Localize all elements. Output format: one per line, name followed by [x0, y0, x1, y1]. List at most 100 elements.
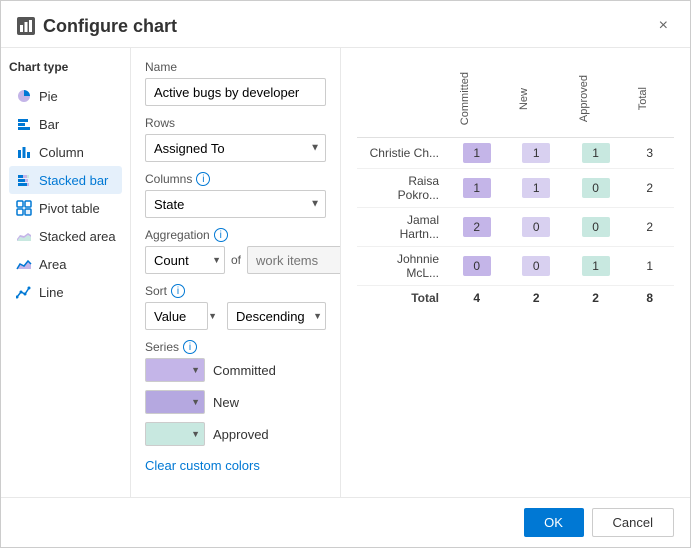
row-name-1: Christie Ch... [357, 138, 447, 169]
series-item-approved: ▼ Approved [145, 422, 326, 446]
stacked-bar-label: Stacked bar [39, 173, 108, 188]
series-name-committed: Committed [213, 363, 276, 378]
total-total: 8 [625, 286, 674, 311]
columns-label: Columns i [145, 172, 326, 186]
cell-committed-4: 0 [447, 247, 506, 286]
preview-col-total: Total [625, 60, 674, 138]
cell-approved-1: 1 [566, 138, 625, 169]
close-button[interactable]: × [653, 15, 674, 37]
chart-type-stacked-bar[interactable]: Stacked bar [9, 166, 122, 194]
cell-approved-3: 0 [566, 208, 625, 247]
name-input[interactable] [145, 78, 326, 106]
name-label: Name [145, 60, 326, 74]
cell-total-3: 2 [625, 208, 674, 247]
series-name-approved: Approved [213, 427, 269, 442]
dialog-header: Configure chart × [1, 1, 690, 48]
pie-label: Pie [39, 89, 58, 104]
sort-info-icon[interactable]: i [171, 284, 185, 298]
cell-new-1: 1 [506, 138, 565, 169]
preview-col-committed: Committed [447, 60, 506, 138]
aggregation-info-icon[interactable]: i [214, 228, 228, 242]
preview-col-approved: Approved [566, 60, 625, 138]
chart-type-label: Chart type [9, 60, 122, 74]
pie-chart-icon [15, 87, 33, 105]
table-row: Christie Ch... 1 1 1 3 [357, 138, 674, 169]
total-label: Total [357, 286, 447, 311]
series-label: Series i [145, 340, 326, 354]
series-item-new: ▼ New [145, 390, 326, 414]
chart-type-line[interactable]: Line [9, 278, 122, 306]
stacked-area-label: Stacked area [39, 229, 116, 244]
rows-label: Rows [145, 116, 326, 130]
bar-chart-icon [15, 115, 33, 133]
series-name-new: New [213, 395, 239, 410]
line-label: Line [39, 285, 64, 300]
dialog-footer: OK Cancel [1, 497, 690, 547]
aggregation-select[interactable]: Count [145, 246, 225, 274]
sort-row: Value ▼ Descending ▼ [145, 302, 326, 330]
aggregation-items-input [247, 246, 341, 274]
total-approved: 2 [566, 286, 625, 311]
rows-select-wrapper: Assigned To ▼ [145, 134, 326, 162]
column-label: Column [39, 145, 84, 160]
chart-type-pie[interactable]: Pie [9, 82, 122, 110]
series-color-approved[interactable]: ▼ [145, 422, 205, 446]
rows-select[interactable]: Assigned To [145, 134, 326, 162]
ok-button[interactable]: OK [524, 508, 584, 537]
chart-type-area[interactable]: Area [9, 250, 122, 278]
columns-info-icon[interactable]: i [196, 172, 210, 186]
line-chart-icon [15, 283, 33, 301]
series-color-new[interactable]: ▼ [145, 390, 205, 414]
series-item-committed: ▼ Committed [145, 358, 326, 382]
aggregation-label: Aggregation i [145, 228, 326, 242]
area-label: Area [39, 257, 66, 272]
chart-type-column[interactable]: Column [9, 138, 122, 166]
aggregation-select-wrapper: Count ▼ [145, 246, 225, 274]
sort-value-arrow: ▼ [208, 311, 217, 321]
config-panel: Name Rows Assigned To ▼ Columns i State … [131, 48, 341, 497]
chart-type-panel: Chart type Pie [1, 48, 131, 497]
row-name-4: Johnnie McL... [357, 247, 447, 286]
preview-panel: Committed New Approved Total [341, 48, 690, 497]
cell-approved-4: 1 [566, 247, 625, 286]
dialog-title: Configure chart [43, 16, 177, 37]
bar-label: Bar [39, 117, 59, 132]
cell-committed-3: 2 [447, 208, 506, 247]
stacked-area-icon [15, 227, 33, 245]
aggregation-of-label: of [231, 253, 241, 267]
cancel-button[interactable]: Cancel [592, 508, 674, 537]
total-row: Total 4 2 2 8 [357, 286, 674, 311]
series-info-icon[interactable]: i [183, 340, 197, 354]
cell-committed-2: 1 [447, 169, 506, 208]
aggregation-row: Count ▼ of [145, 246, 326, 274]
cell-new-3: 0 [506, 208, 565, 247]
stacked-bar-icon [15, 171, 33, 189]
columns-select[interactable]: State [145, 190, 326, 218]
cell-total-4: 1 [625, 247, 674, 286]
pivot-table-icon [15, 199, 33, 217]
chart-icon [17, 17, 35, 35]
cell-approved-2: 0 [566, 169, 625, 208]
row-name-3: Jamal Hartn... [357, 208, 447, 247]
series-color-arrow-approved: ▼ [191, 429, 200, 439]
series-color-committed[interactable]: ▼ [145, 358, 205, 382]
cell-total-1: 3 [625, 138, 674, 169]
table-row: Johnnie McL... 0 0 1 1 [357, 247, 674, 286]
total-committed: 4 [447, 286, 506, 311]
table-row: Jamal Hartn... 2 0 0 2 [357, 208, 674, 247]
clear-custom-colors-link[interactable]: Clear custom colors [145, 458, 260, 473]
sort-direction-select[interactable]: Descending [227, 302, 326, 330]
table-row: Raisa Pokro... 1 1 0 2 [357, 169, 674, 208]
preview-col-new: New [506, 60, 565, 138]
preview-col-empty [357, 60, 447, 138]
cell-committed-1: 1 [447, 138, 506, 169]
chart-type-pivot-table[interactable]: Pivot table [9, 194, 122, 222]
sort-value-select[interactable]: Value [145, 302, 208, 330]
cell-total-2: 2 [625, 169, 674, 208]
cell-new-2: 1 [506, 169, 565, 208]
chart-type-bar[interactable]: Bar [9, 110, 122, 138]
chart-type-stacked-area[interactable]: Stacked area [9, 222, 122, 250]
series-color-arrow-new: ▼ [191, 397, 200, 407]
pivot-table-label: Pivot table [39, 201, 100, 216]
column-chart-icon [15, 143, 33, 161]
